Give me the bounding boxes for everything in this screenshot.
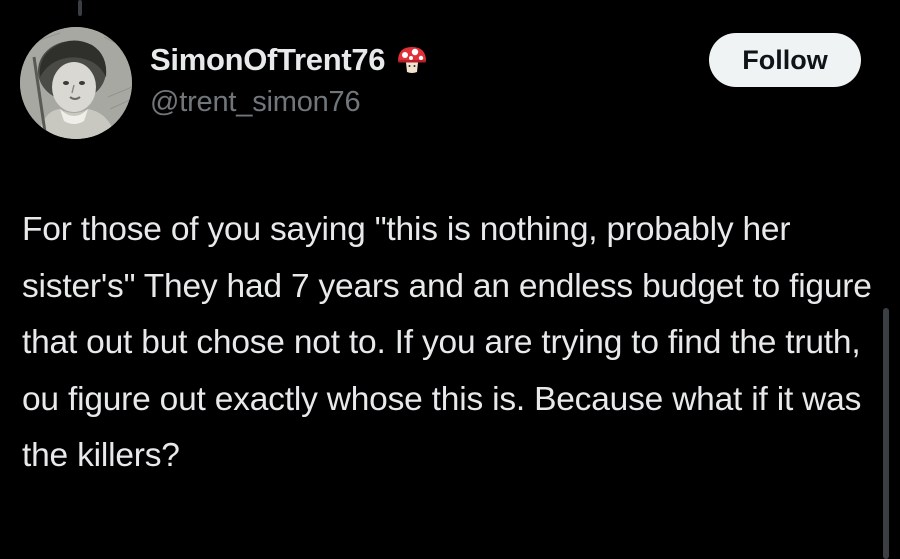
display-name[interactable]: SimonOfTrent76	[150, 42, 386, 78]
display-name-row: SimonOfTrent76	[150, 40, 429, 80]
avatar[interactable]	[20, 27, 132, 139]
mushroom-icon	[395, 43, 429, 77]
post-text: For those of you saying "this is nothing…	[22, 211, 872, 474]
scrollbar[interactable]	[883, 308, 889, 559]
follow-button[interactable]: Follow	[709, 33, 861, 87]
avatar-portrait-icon	[20, 27, 132, 139]
user-handle[interactable]: @trent_simon76	[150, 86, 429, 119]
user-info: SimonOfTrent76 @trent_simon76	[150, 40, 429, 119]
thread-connector-line	[78, 0, 82, 16]
